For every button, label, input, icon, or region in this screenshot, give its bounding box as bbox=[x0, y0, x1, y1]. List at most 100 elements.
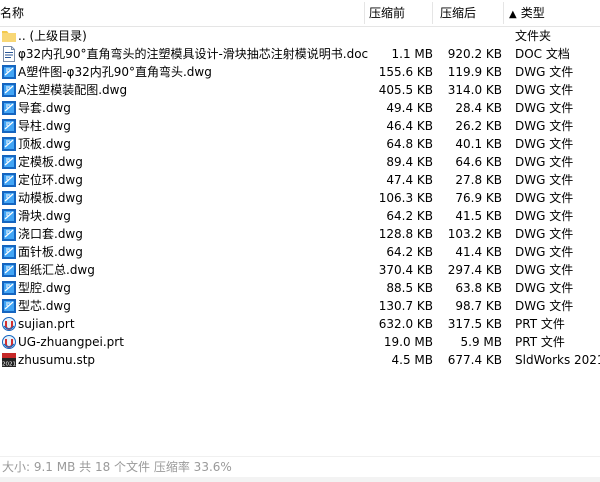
file-type: DWG 文件 bbox=[515, 263, 574, 277]
file-packed-size: 41.5 KB bbox=[455, 209, 502, 223]
dwg-file-icon bbox=[2, 208, 16, 224]
file-name: zhusumu.stp bbox=[18, 353, 96, 367]
column-header: 名称 压缩前 压缩后 ▲ 类型 bbox=[0, 0, 600, 27]
file-row[interactable]: UG-zhuangpei.prt 19.0 MB 5.9 MB PRT 文件 bbox=[0, 333, 600, 351]
status-bar: 大小: 9.1 MB 共 18 个文件 压缩率 33.6% bbox=[0, 456, 600, 477]
file-name: 导套.dwg bbox=[18, 101, 71, 115]
file-type: DWG 文件 bbox=[515, 119, 574, 133]
dwg-file-icon bbox=[2, 82, 16, 98]
file-packed-size: 103.2 KB bbox=[447, 227, 502, 241]
file-type: PRT 文件 bbox=[515, 317, 565, 331]
file-row[interactable]: 型芯.dwg 130.7 KB 98.7 KB DWG 文件 bbox=[0, 297, 600, 315]
file-size: 46.4 KB bbox=[386, 119, 433, 133]
file-row[interactable]: 导套.dwg 49.4 KB 28.4 KB DWG 文件 bbox=[0, 99, 600, 117]
file-type: DWG 文件 bbox=[515, 101, 574, 115]
file-type: DWG 文件 bbox=[515, 65, 574, 79]
file-type: DOC 文档 bbox=[515, 47, 570, 61]
prt-file-icon bbox=[2, 316, 16, 332]
file-row[interactable]: A注塑模装配图.dwg 405.5 KB 314.0 KB DWG 文件 bbox=[0, 81, 600, 99]
column-name-header[interactable]: 名称 bbox=[0, 0, 360, 26]
file-packed-size: 314.0 KB bbox=[447, 83, 502, 97]
file-type: DWG 文件 bbox=[515, 227, 574, 241]
file-name: 滑块.dwg bbox=[18, 209, 71, 223]
dwg-file-icon bbox=[2, 64, 16, 80]
file-name: A注塑模装配图.dwg bbox=[18, 83, 128, 97]
file-size: 632.0 KB bbox=[378, 317, 433, 331]
file-name: 图纸汇总.dwg bbox=[18, 263, 95, 277]
file-size: 89.4 KB bbox=[386, 155, 433, 169]
file-size: 49.4 KB bbox=[386, 101, 433, 115]
file-row[interactable]: 定位环.dwg 47.4 KB 27.8 KB DWG 文件 bbox=[0, 171, 600, 189]
file-size: 64.2 KB bbox=[386, 245, 433, 259]
file-name: 定模板.dwg bbox=[18, 155, 83, 169]
file-type: DWG 文件 bbox=[515, 83, 574, 97]
window-bottom-edge bbox=[0, 477, 600, 482]
column-divider[interactable] bbox=[364, 2, 365, 24]
file-packed-size: 677.4 KB bbox=[447, 353, 502, 367]
dwg-file-icon bbox=[2, 262, 16, 278]
file-size: 1.1 MB bbox=[391, 47, 433, 61]
file-type: DWG 文件 bbox=[515, 155, 574, 169]
file-name: 动模板.dwg bbox=[18, 191, 83, 205]
file-packed-size: 27.8 KB bbox=[455, 173, 502, 187]
sort-ascending-icon: ▲ bbox=[509, 9, 517, 20]
file-type: SldWorks 2021 bbox=[515, 353, 600, 367]
column-divider[interactable] bbox=[503, 2, 504, 24]
file-name: 型芯.dwg bbox=[18, 299, 71, 313]
column-divider[interactable] bbox=[432, 2, 433, 24]
file-size: 19.0 MB bbox=[383, 335, 433, 349]
file-name: .. (上级目录) bbox=[18, 29, 87, 43]
parent-directory-row[interactable]: .. (上级目录) 文件夹 bbox=[0, 27, 600, 45]
file-name: A塑件图-φ32内孔90°直角弯头.dwg bbox=[18, 65, 212, 79]
file-type: PRT 文件 bbox=[515, 335, 565, 349]
file-row[interactable]: 浇口套.dwg 128.8 KB 103.2 KB DWG 文件 bbox=[0, 225, 600, 243]
file-size: 4.5 MB bbox=[391, 353, 433, 367]
file-packed-size: 98.7 KB bbox=[455, 299, 502, 313]
file-type: DWG 文件 bbox=[515, 173, 574, 187]
file-name: 浇口套.dwg bbox=[18, 227, 83, 241]
dwg-file-icon bbox=[2, 118, 16, 134]
column-packed-header[interactable]: 压缩后 bbox=[440, 0, 500, 26]
file-packed-size: 26.2 KB bbox=[455, 119, 502, 133]
file-packed-size: 64.6 KB bbox=[455, 155, 502, 169]
file-row[interactable]: 顶板.dwg 64.8 KB 40.1 KB DWG 文件 bbox=[0, 135, 600, 153]
file-size: 47.4 KB bbox=[386, 173, 433, 187]
file-row[interactable]: 2021 zhusumu.stp 4.5 MB 677.4 KB SldWorks 20… bbox=[0, 351, 600, 369]
file-row[interactable]: 图纸汇总.dwg 370.4 KB 297.4 KB DWG 文件 bbox=[0, 261, 600, 279]
file-size: 106.3 KB bbox=[378, 191, 433, 205]
file-size: 88.5 KB bbox=[386, 281, 433, 295]
file-packed-size: 40.1 KB bbox=[455, 137, 502, 151]
file-type: DWG 文件 bbox=[515, 299, 574, 313]
dwg-file-icon bbox=[2, 172, 16, 188]
file-row[interactable]: 动模板.dwg 106.3 KB 76.9 KB DWG 文件 bbox=[0, 189, 600, 207]
file-name: 定位环.dwg bbox=[18, 173, 83, 187]
file-packed-size: 76.9 KB bbox=[455, 191, 502, 205]
column-size-header[interactable]: 压缩前 bbox=[369, 0, 429, 26]
file-row[interactable]: 定模板.dwg 89.4 KB 64.6 KB DWG 文件 bbox=[0, 153, 600, 171]
dwg-file-icon bbox=[2, 244, 16, 260]
dwg-file-icon bbox=[2, 298, 16, 314]
file-packed-size: 317.5 KB bbox=[447, 317, 502, 331]
file-type: DWG 文件 bbox=[515, 245, 574, 259]
file-type: DWG 文件 bbox=[515, 137, 574, 151]
file-packed-size: 297.4 KB bbox=[447, 263, 502, 277]
file-packed-size: 41.4 KB bbox=[455, 245, 502, 259]
file-packed-size: 28.4 KB bbox=[455, 101, 502, 115]
file-row[interactable]: sujian.prt 632.0 KB 317.5 KB PRT 文件 bbox=[0, 315, 600, 333]
file-size: 370.4 KB bbox=[378, 263, 433, 277]
sldworks-file-icon: 2021 bbox=[2, 352, 16, 368]
column-type-header[interactable]: ▲ 类型 bbox=[509, 0, 600, 26]
file-row[interactable]: A塑件图-φ32内孔90°直角弯头.dwg 155.6 KB 119.9 KB DWG… bbox=[0, 63, 600, 81]
file-name: φ32内孔90°直角弯头的注塑模具设计-滑块抽芯注射模说明书.doc bbox=[18, 47, 368, 61]
file-packed-size: 5.9 MB bbox=[460, 335, 502, 349]
dwg-file-icon bbox=[2, 100, 16, 116]
file-row[interactable]: 面针板.dwg 64.2 KB 41.4 KB DWG 文件 bbox=[0, 243, 600, 261]
file-name: 型腔.dwg bbox=[18, 281, 71, 295]
file-row[interactable]: φ32内孔90°直角弯头的注塑模具设计-滑块抽芯注射模说明书.doc 1.1 MB… bbox=[0, 45, 600, 63]
file-row[interactable]: 型腔.dwg 88.5 KB 63.8 KB DWG 文件 bbox=[0, 279, 600, 297]
file-row[interactable]: 导柱.dwg 46.4 KB 26.2 KB DWG 文件 bbox=[0, 117, 600, 135]
file-packed-size: 63.8 KB bbox=[455, 281, 502, 295]
file-name: sujian.prt bbox=[18, 317, 75, 331]
file-row[interactable]: 滑块.dwg 64.2 KB 41.5 KB DWG 文件 bbox=[0, 207, 600, 225]
file-name: UG-zhuangpei.prt bbox=[18, 335, 124, 349]
